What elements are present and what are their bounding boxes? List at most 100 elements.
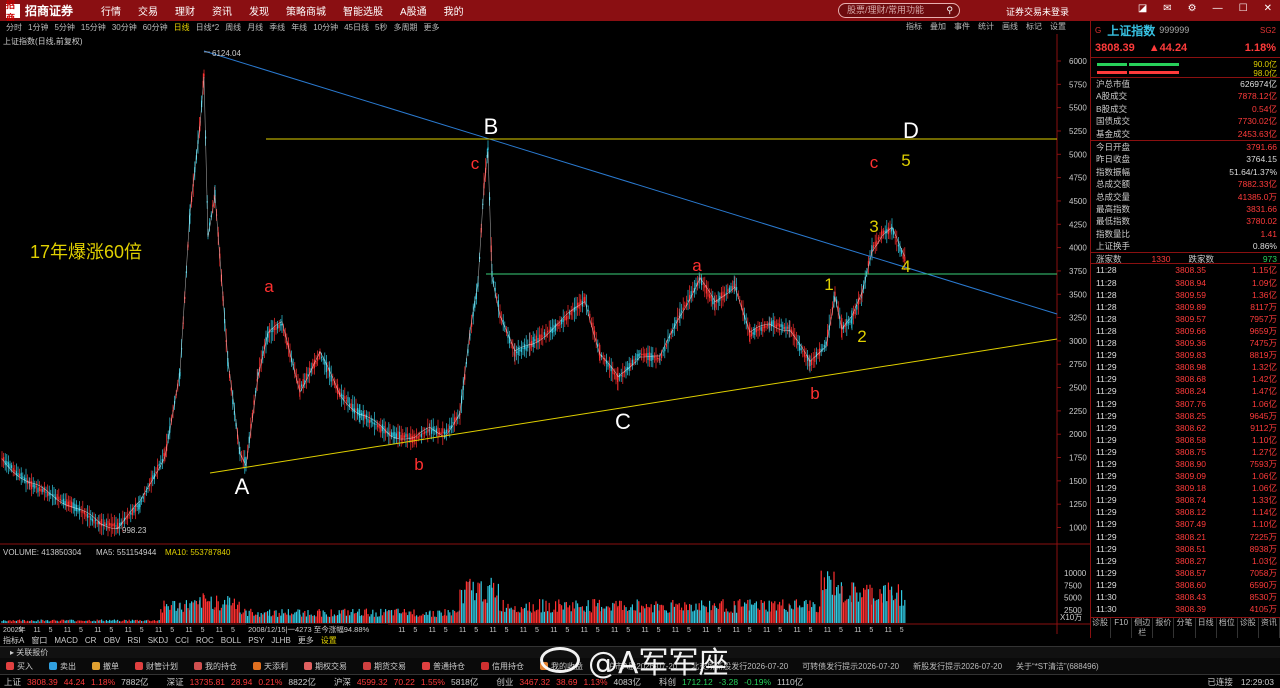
status-index-1[interactable]: 深证 13735.81 28.94 0.21% 8822亿 <box>167 676 322 688</box>
period-tab-11[interactable]: 年线 <box>291 22 307 33</box>
indicator-tab-8[interactable]: ROC <box>196 636 214 645</box>
indicator-tab-3[interactable]: CR <box>85 636 97 645</box>
period-tab-3[interactable]: 15分钟 <box>81 22 106 33</box>
toolbar-item-1[interactable]: 卖出 <box>49 661 76 672</box>
tool-3[interactable]: 统计 <box>978 21 994 32</box>
volume-bar <box>851 582 853 623</box>
y-tick-11: 3250 <box>1069 314 1087 323</box>
indicator-tab-7[interactable]: CCI <box>175 636 189 645</box>
period-tab-15[interactable]: 多周期 <box>393 22 417 33</box>
volume-bar <box>378 616 380 623</box>
maximize-button[interactable]: ☐ <box>1239 3 1248 14</box>
tick-list[interactable]: 11:28 3808.35 1.15亿 11:28 3808.94 1.09亿 11:28 3… <box>1091 264 1280 615</box>
indicator-tab-11[interactable]: JLHB <box>271 636 291 645</box>
quote-tab-8[interactable]: 资讯 <box>1259 618 1280 638</box>
volume-bar <box>581 606 583 623</box>
volume-bar <box>901 590 903 623</box>
indicator-tab-12[interactable]: 更多 <box>298 635 314 646</box>
period-tab-4[interactable]: 30分钟 <box>112 22 137 33</box>
menu-item-1[interactable]: 交易 <box>138 3 158 18</box>
tick-volume: 7475万 <box>1249 338 1277 349</box>
toolbar-item-9[interactable]: 信用持仓 <box>481 661 524 672</box>
period-tab-14[interactable]: 5秒 <box>375 22 387 33</box>
toolbar-item-2[interactable]: 撤单 <box>92 661 119 672</box>
menu-item-8[interactable]: 我的 <box>444 3 464 18</box>
indicator-tab-1[interactable]: 窗口 <box>31 635 47 646</box>
period-tab-0[interactable]: 分时 <box>6 22 22 33</box>
quote-tab-7[interactable]: 诊股 <box>1238 618 1259 638</box>
news-item-4[interactable]: 关于“*ST清洁”(688496) <box>1016 661 1099 672</box>
menu-item-7[interactable]: A股通 <box>400 3 427 18</box>
message-icon[interactable]: ✉ <box>1163 3 1171 14</box>
period-tab-7[interactable]: 日线*2 <box>196 22 220 33</box>
quote-tab-0[interactable]: 诊股 <box>1090 618 1112 638</box>
period-tab-12[interactable]: 10分钟 <box>313 22 338 33</box>
candle-body <box>138 503 140 510</box>
toolbar-item-5[interactable]: 天添利 <box>253 661 288 672</box>
volume-bar <box>257 612 259 623</box>
period-tab-10[interactable]: 季线 <box>269 22 285 33</box>
search-input[interactable]: 股票/理财/常用功能 ⚲ <box>838 3 960 18</box>
menu-item-3[interactable]: 资讯 <box>212 3 232 18</box>
status-index-2[interactable]: 沪深 4599.32 70.22 1.55% 5818亿 <box>334 676 485 688</box>
period-tab-16[interactable]: 更多 <box>423 22 439 33</box>
tool-1[interactable]: 叠加 <box>930 21 946 32</box>
kline-chart[interactable]: 6000575055005250500047504500425040003750… <box>0 34 1090 634</box>
tool-2[interactable]: 事件 <box>954 21 970 32</box>
toolbar-item-7[interactable]: 期货交易 <box>363 661 406 672</box>
quote-tab-1[interactable]: F10 <box>1111 618 1133 638</box>
indicator-tab-4[interactable]: OBV <box>103 636 120 645</box>
quote-tab-6[interactable]: 档位 <box>1217 618 1238 638</box>
quote-tab-2[interactable]: 侧边栏 <box>1132 618 1154 638</box>
volume-bar <box>849 595 851 623</box>
status-index-0[interactable]: 上证 3808.39 44.24 1.18% 7882亿 <box>4 676 155 688</box>
quote-tab-5[interactable]: 日线 <box>1196 618 1217 638</box>
x-label-11: 5 <box>170 627 174 634</box>
period-tab-2[interactable]: 5分钟 <box>54 22 74 33</box>
period-tab-1[interactable]: 1分钟 <box>28 22 48 33</box>
toolbar-item-4[interactable]: 我的持仓 <box>194 661 237 672</box>
candle-body <box>364 414 366 419</box>
news-item-3[interactable]: 新股发行提示2026-07-20 <box>913 661 1002 672</box>
toolbar-item-3[interactable]: 财管计划 <box>135 661 178 672</box>
period-tab-9[interactable]: 月线 <box>247 22 263 33</box>
volume-bar <box>567 607 569 623</box>
indicator-tab-9[interactable]: BOLL <box>221 636 241 645</box>
volume-bar <box>704 606 706 623</box>
skin-icon[interactable]: ◪ <box>1138 3 1147 14</box>
indicator-tab-2[interactable]: MACD <box>54 636 78 645</box>
volume-bar <box>670 602 672 623</box>
tool-4[interactable]: 画线 <box>1002 21 1018 32</box>
menu-item-2[interactable]: 理财 <box>175 3 195 18</box>
news-item-2[interactable]: 可转债发行提示2026-07-20 <box>802 661 899 672</box>
quote-tab-3[interactable]: 报价 <box>1153 618 1175 638</box>
indicator-tab-13[interactable]: 设置 <box>321 635 337 646</box>
menu-item-6[interactable]: 智能选股 <box>343 3 383 18</box>
toolbar-item-0[interactable]: 买入 <box>6 661 33 672</box>
period-tab-5[interactable]: 60分钟 <box>143 22 168 33</box>
menu-item-0[interactable]: 行情 <box>101 3 121 18</box>
period-tab-13[interactable]: 45日线 <box>344 22 369 33</box>
tool-6[interactable]: 设置 <box>1050 21 1066 32</box>
volume-bar <box>493 582 495 623</box>
period-tab-6[interactable]: 日线 <box>174 22 190 33</box>
tool-0[interactable]: 指标 <box>906 21 922 32</box>
volume-bar <box>101 619 103 623</box>
toolbar-item-8[interactable]: 普通持仓 <box>422 661 465 672</box>
period-tab-8[interactable]: 周线 <box>225 22 241 33</box>
tool-5[interactable]: 标记 <box>1026 21 1042 32</box>
minimize-button[interactable]: — <box>1213 3 1223 14</box>
indicator-tab-6[interactable]: SKDJ <box>148 636 168 645</box>
menu-item-4[interactable]: 发现 <box>249 3 269 18</box>
quote-tab-4[interactable]: 分笔 <box>1174 618 1196 638</box>
settings-icon[interactable]: ⚙ <box>1188 3 1197 14</box>
login-status[interactable]: 证券交易未登录 <box>1006 5 1069 18</box>
close-button[interactable]: ✕ <box>1264 3 1272 14</box>
menu-item-5[interactable]: 策略商城 <box>286 3 326 18</box>
volume-bar <box>837 585 839 623</box>
indicator-tab-10[interactable]: PSY <box>248 636 264 645</box>
toolbar-item-6[interactable]: 期权交易 <box>304 661 347 672</box>
indicator-tab-0[interactable]: 指标A <box>3 635 24 646</box>
indicator-tab-5[interactable]: RSI <box>127 636 140 645</box>
tick-price: 3809.89 <box>1175 301 1206 312</box>
